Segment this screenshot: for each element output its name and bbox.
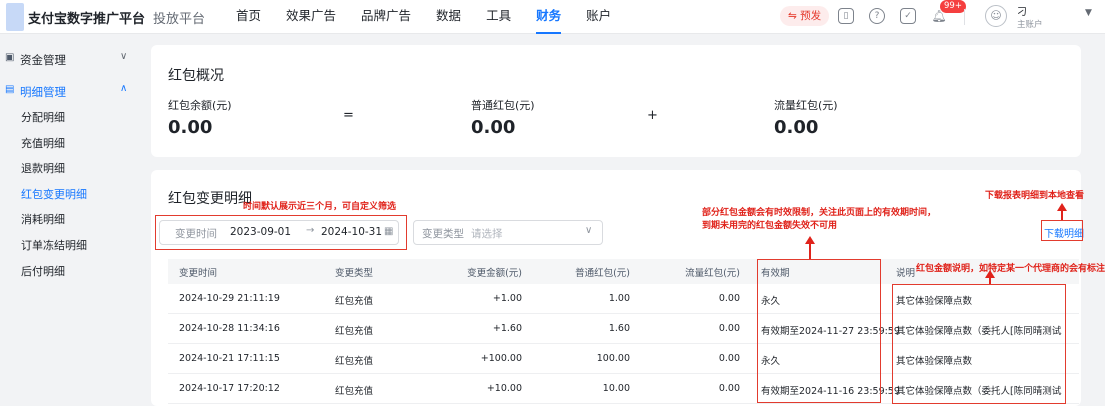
overview-card: 红包概况 红包余额(元) 0.00 = 普通红包(元) 0.00 + 流量红包(… [151, 45, 1081, 157]
cell-time: 2024-10-28 11:34:16 [179, 323, 280, 334]
annotation-arrow-validity [809, 244, 811, 259]
col-amount: 变更金额(元) [467, 268, 522, 279]
annotation-desc-note: 红包金额说明，如特定某一个代理商的会有标注 [916, 264, 1105, 274]
balance-label: 红包余额(元) [168, 99, 232, 112]
details-title: 红包变更明细 [168, 191, 252, 207]
chevron-down-icon: ∨ [120, 51, 128, 62]
annotation-arrow-download [1061, 210, 1063, 220]
nav-home[interactable]: 首页 [236, 0, 261, 34]
sidebar: ▣ 资金管理 ∨ ▤ 明细管理 ∧ 分配明细 充值明细 退款明细 红包变更明细 … [0, 35, 141, 406]
mobile-icon[interactable]: ▯ [838, 8, 854, 24]
cell-traffic: 0.00 [718, 293, 740, 304]
annotation-box-validity [757, 259, 881, 403]
arrow-up-icon [1057, 203, 1067, 211]
chevron-down-icon: ∨ [585, 225, 593, 236]
col-time: 变更时间 [179, 268, 218, 279]
chevron-down-icon[interactable]: ▼ [1085, 8, 1092, 18]
cell-amount: +100.00 [480, 353, 522, 364]
nav-brand-ads[interactable]: 品牌广告 [361, 0, 411, 34]
col-traffic: 流量红包(元) [685, 268, 740, 279]
cell-traffic: 0.00 [718, 323, 740, 334]
user-avatar-icon[interactable]: ☺ [985, 5, 1007, 27]
annotation-box-desc [892, 284, 1066, 404]
arrow-up-icon [985, 270, 995, 278]
cell-amount: +1.00 [492, 293, 522, 304]
sidebar-item-recharge[interactable]: 充值明细 [21, 135, 65, 151]
type-filter-placeholder: 请选择 [471, 228, 503, 240]
sidebar-item-redpacket-changes[interactable]: 红包变更明细 [21, 186, 87, 202]
cell-type: 红包充值 [335, 326, 374, 337]
sidebar-group-label: 明细管理 [20, 85, 66, 99]
help-icon[interactable]: ? [869, 8, 885, 24]
pre-release-tag[interactable]: ⇋ 预发 [780, 6, 830, 26]
top-header: 支付宝数字推广平台 投放平台 首页 效果广告 品牌广告 数据 工具 财务 账户 … [0, 0, 1105, 34]
logo-icon [6, 3, 24, 31]
chevron-up-icon: ∧ [120, 83, 128, 94]
cell-normal: 100.00 [596, 353, 630, 364]
annotation-validity-note-2: 到期未用完的红包金额失效不可用 [702, 221, 838, 231]
sidebar-item-order-freeze[interactable]: 订单冻结明细 [21, 237, 87, 253]
platform-name: 投放平台 [153, 12, 206, 27]
cell-amount: +1.60 [492, 323, 522, 334]
equals-sign: = [343, 108, 354, 123]
col-type: 变更类型 [335, 268, 374, 279]
nav-finance[interactable]: 财务 [536, 0, 562, 34]
cell-type: 红包充值 [335, 356, 374, 367]
cell-normal: 10.00 [602, 383, 630, 394]
wallet-icon: ▣ [5, 52, 15, 63]
annotation-validity-note-1: 部分红包金额会有时效限制，关注此页面上的有效期时间， [702, 208, 937, 218]
header-divider [964, 9, 965, 25]
notification-badge: 99+ [940, 0, 966, 13]
sidebar-item-allocation[interactable]: 分配明细 [21, 109, 65, 125]
change-type-select[interactable]: 变更类型 请选择 ∨ [413, 220, 603, 245]
document-icon: ▤ [5, 84, 15, 95]
user-role: 主账户 [1017, 20, 1043, 30]
type-filter-label: 变更类型 [422, 228, 464, 240]
brand-title: 支付宝数字推广平台 [28, 12, 146, 27]
cell-time: 2024-10-17 17:20:12 [179, 383, 280, 394]
sidebar-group-funds[interactable]: ▣ 资金管理 ∨ [0, 46, 141, 72]
col-desc: 说明 [896, 268, 916, 279]
cell-normal: 1.60 [608, 323, 630, 334]
details-card: 红包变更明细 变更时间 2023-09-01 → 2024-10-31 ▦ 变更… [151, 170, 1105, 406]
nav-data[interactable]: 数据 [436, 0, 461, 34]
sidebar-group-label: 资金管理 [20, 53, 66, 67]
sidebar-group-details[interactable]: ▤ 明细管理 ∧ [0, 78, 141, 104]
plus-sign: + [647, 108, 658, 123]
balance-value: 0.00 [168, 117, 213, 138]
cell-amount: +10.00 [486, 383, 522, 394]
col-normal: 普通红包(元) [575, 268, 630, 279]
traffic-redpacket-label: 流量红包(元) [774, 99, 838, 112]
annotation-box-download [1041, 220, 1083, 241]
cell-normal: 1.00 [608, 293, 630, 304]
annotation-date-note: 时间默认展示近三个月，可自定义筛选 [243, 202, 397, 212]
nav-tools[interactable]: 工具 [486, 0, 511, 34]
nav-account[interactable]: 账户 [586, 0, 611, 34]
traffic-redpacket-value: 0.00 [774, 117, 819, 138]
cell-type: 红包充值 [335, 296, 374, 307]
normal-redpacket-label: 普通红包(元) [471, 99, 535, 112]
normal-redpacket-value: 0.00 [471, 117, 516, 138]
main-nav: 首页 效果广告 品牌广告 数据 工具 财务 账户 [236, 0, 636, 34]
annotation-box-date [155, 215, 407, 250]
sidebar-item-consumption[interactable]: 消耗明细 [21, 211, 65, 227]
task-check-icon[interactable]: ✓ [900, 8, 916, 24]
arrow-up-icon [805, 236, 815, 244]
cell-type: 红包充值 [335, 386, 374, 397]
nav-performance-ads[interactable]: 效果广告 [286, 0, 336, 34]
cell-traffic: 0.00 [718, 353, 740, 364]
overview-title: 红包概况 [168, 68, 224, 84]
cell-time: 2024-10-29 21:11:19 [179, 293, 280, 304]
sidebar-item-refund[interactable]: 退款明细 [21, 160, 65, 176]
cell-time: 2024-10-21 17:11:15 [179, 353, 280, 364]
cell-traffic: 0.00 [718, 383, 740, 394]
sidebar-item-postpaid[interactable]: 后付明细 [21, 263, 65, 279]
user-name[interactable]: 刁 [1017, 3, 1027, 18]
annotation-download-note: 下载报表明细到本地查看 [985, 191, 1085, 201]
